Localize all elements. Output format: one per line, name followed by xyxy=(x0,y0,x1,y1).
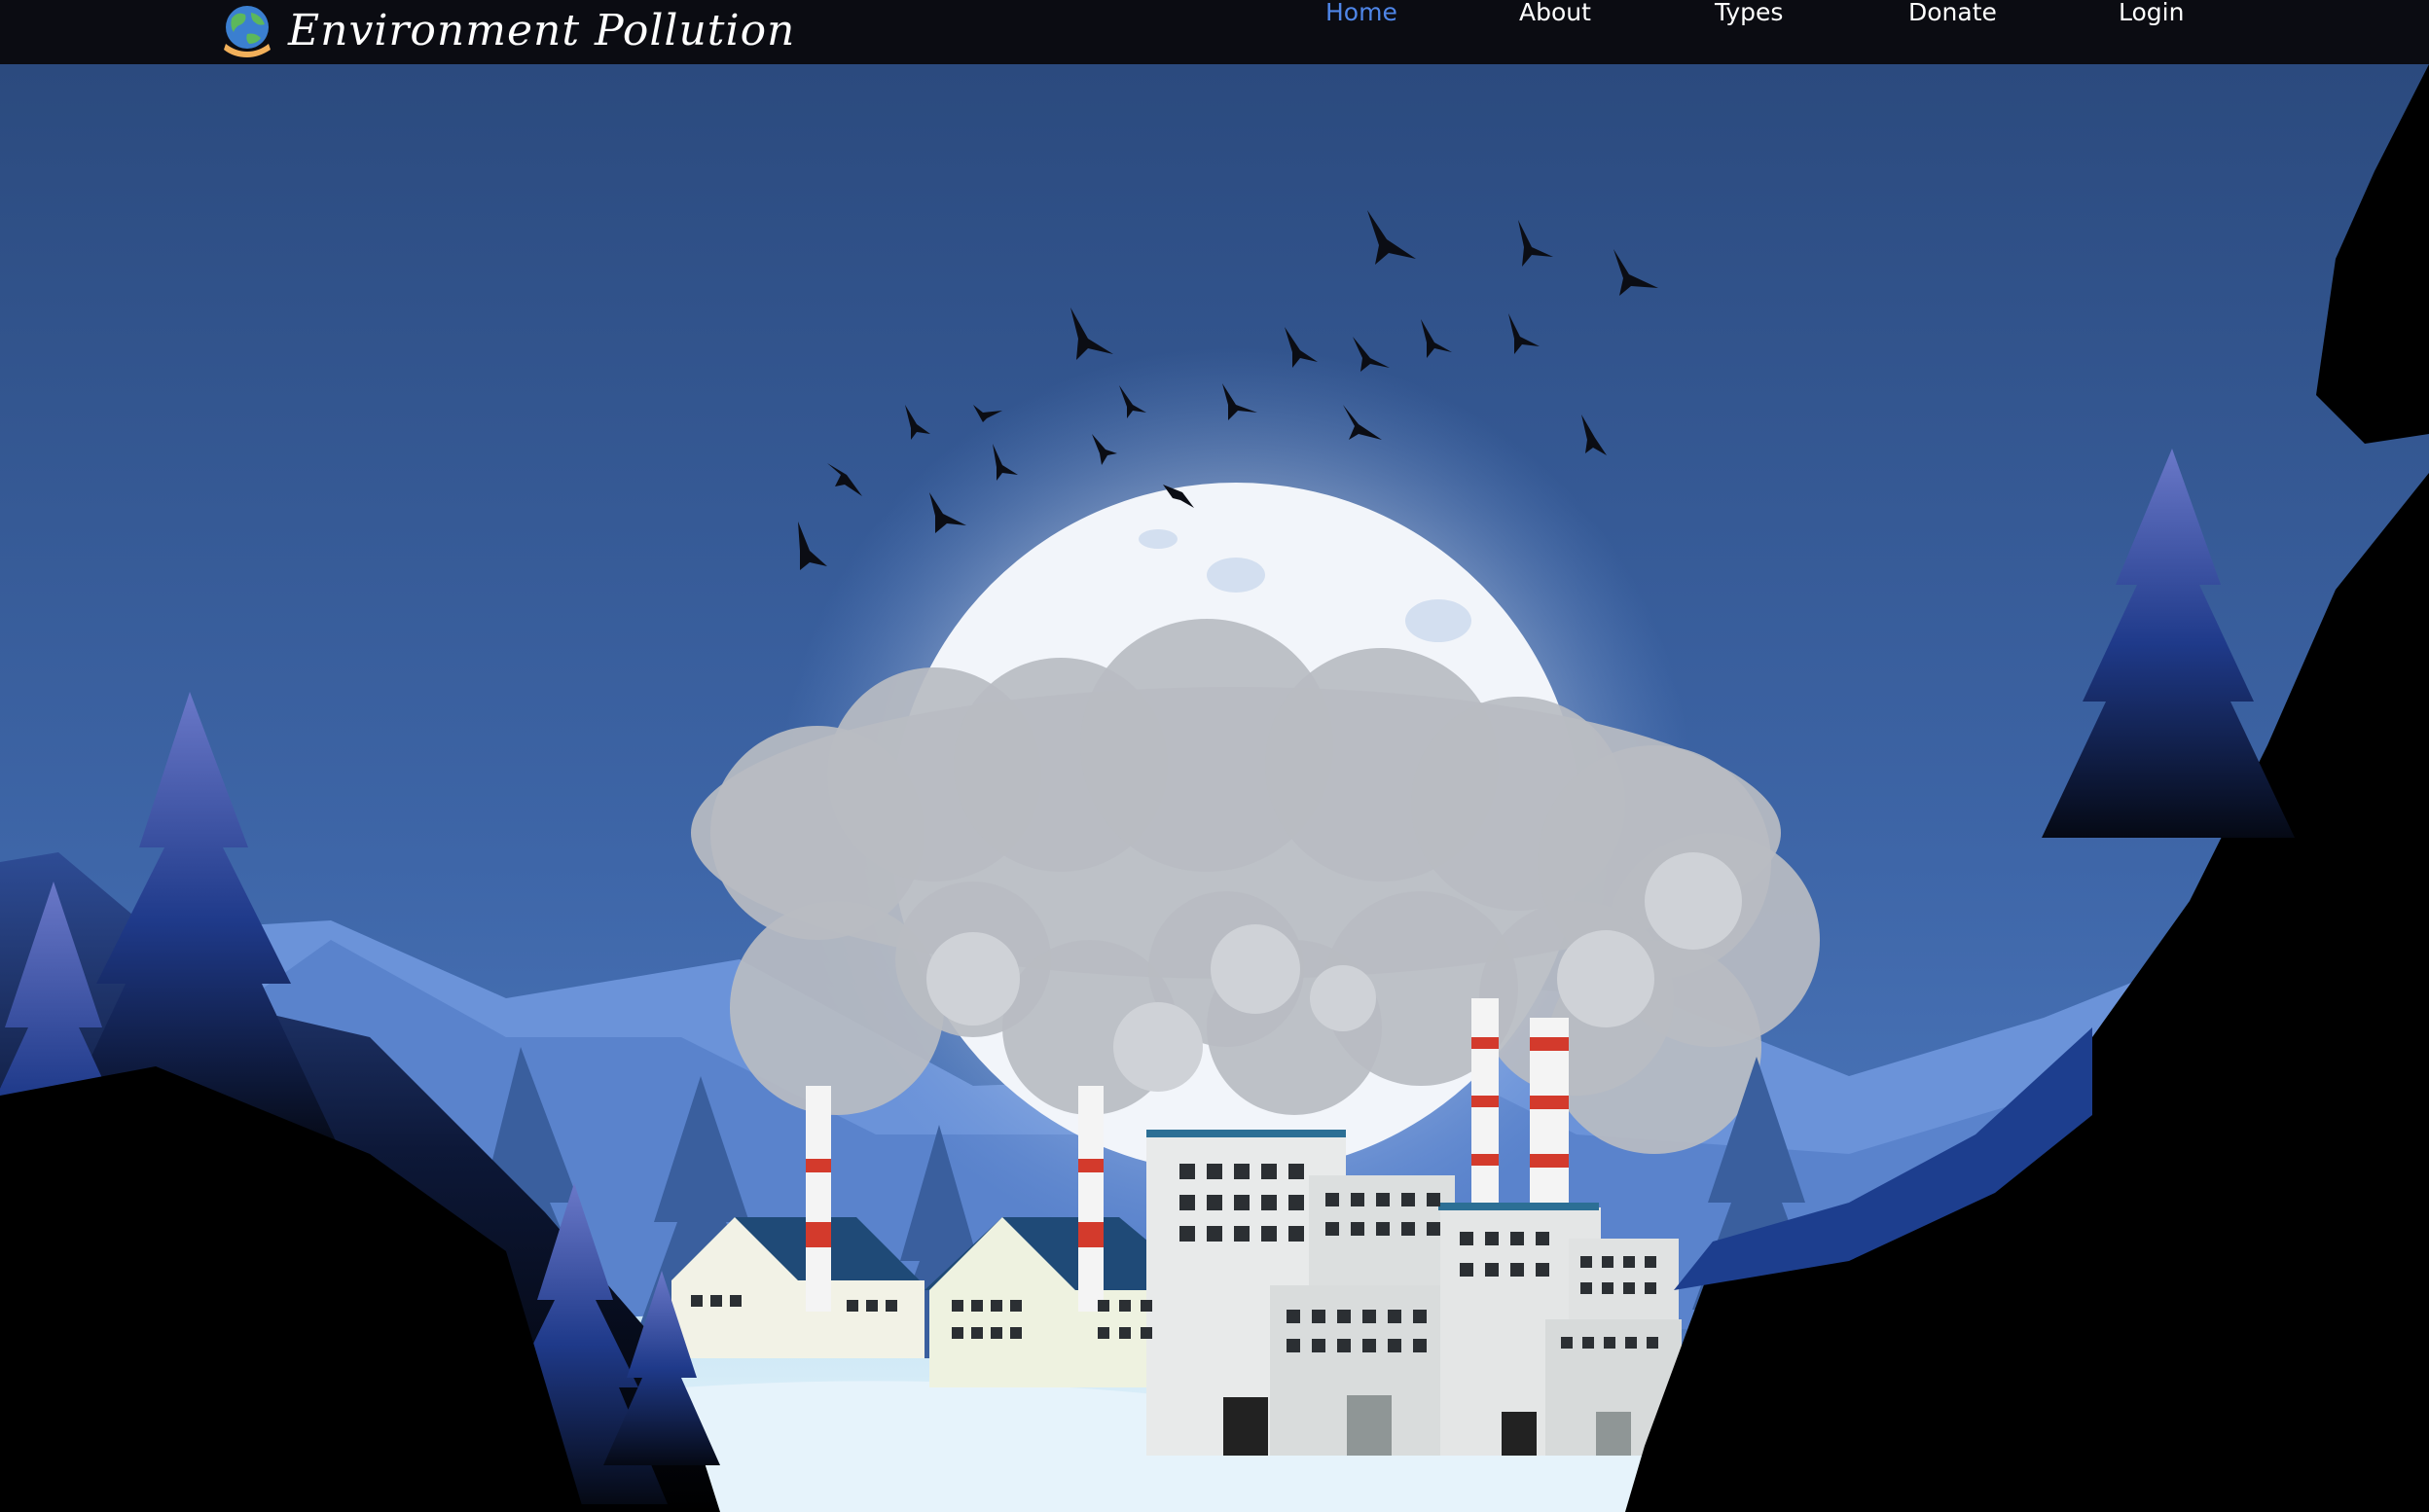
brand-name: Environment Pollution xyxy=(288,5,796,55)
hero-illustration xyxy=(0,64,2429,1512)
nav-link-about[interactable]: About xyxy=(1519,0,1591,26)
nav-link-login[interactable]: Login xyxy=(2119,0,2184,26)
nav-link-donate[interactable]: Donate xyxy=(1908,0,1997,26)
brand[interactable]: Environment Pollution xyxy=(218,0,795,60)
hero-banner xyxy=(0,64,2429,1512)
nav-link-types[interactable]: Types xyxy=(1715,0,1783,26)
navbar: Environment Pollution Home About Types D… xyxy=(0,0,2429,64)
nav-link-home[interactable]: Home xyxy=(1325,0,1397,26)
page: Environment Pollution Home About Types D… xyxy=(0,0,2429,1512)
earth-in-hand-icon xyxy=(224,6,271,57)
